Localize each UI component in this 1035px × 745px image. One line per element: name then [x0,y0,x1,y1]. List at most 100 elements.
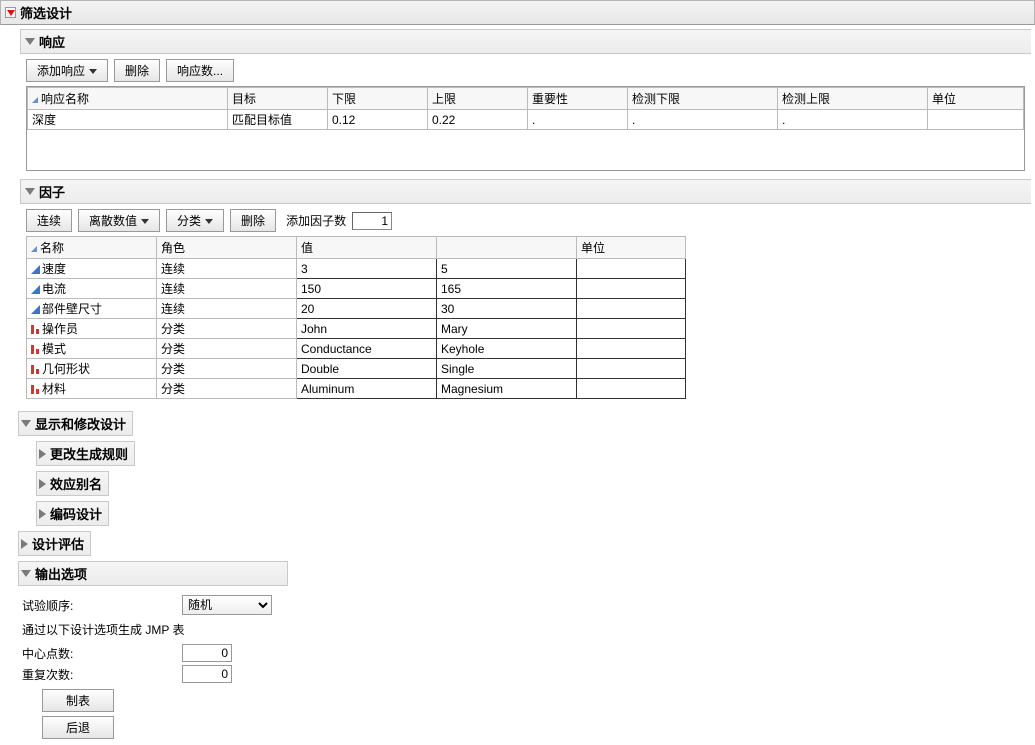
table-row[interactable]: 电流连续150165 [27,279,686,299]
col-detect-lower[interactable]: 检测下限 [628,88,778,110]
categorical-button[interactable]: 分类 [166,209,224,232]
cell-unit[interactable] [577,279,686,299]
cell-value2[interactable]: 5 [437,259,577,279]
cell-role[interactable]: 连续 [157,259,297,279]
table-row[interactable]: 速度连续35 [27,259,686,279]
disclosure-right-icon[interactable] [39,449,46,459]
col-importance[interactable]: 重要性 [528,88,628,110]
table-row[interactable]: 材料分类AluminumMagnesium [27,379,686,399]
cell-name[interactable]: 几何形状 [27,359,157,379]
cell-name[interactable]: 模式 [27,339,157,359]
delete-response-button[interactable]: 删除 [114,59,160,82]
center-points-input[interactable] [182,644,232,662]
cell-unit[interactable] [577,379,686,399]
col-response-name[interactable]: 响应名称 [28,88,228,110]
cell-name[interactable]: 速度 [27,259,157,279]
cell-value2[interactable]: Keyhole [437,339,577,359]
output-header[interactable]: 输出选项 [18,561,288,586]
disclosure-right-icon[interactable] [39,479,46,489]
coded-header[interactable]: 编码设计 [36,501,109,526]
col-goal[interactable]: 目标 [228,88,328,110]
cell-detect-lower[interactable]: . [628,110,778,130]
col-role[interactable]: 角色 [157,237,297,259]
cell-lower[interactable]: 0.12 [328,110,428,130]
cell-value1[interactable]: 3 [297,259,437,279]
col-detect-upper[interactable]: 检测上限 [778,88,928,110]
responses-table[interactable]: 响应名称 目标 下限 上限 重要性 检测下限 检测上限 单位 深度 匹配目标值 [27,87,1024,130]
repeat-input[interactable] [182,665,232,683]
run-order-select[interactable]: 随机 [182,595,272,615]
discrete-button[interactable]: 离散数值 [78,209,160,232]
responses-header[interactable]: 响应 [20,29,1031,54]
cell-role[interactable]: 连续 [157,279,297,299]
factors-header[interactable]: 因子 [20,179,1031,204]
disclosure-down-icon[interactable] [25,188,35,195]
cell-detect-upper[interactable]: . [778,110,928,130]
col-lower[interactable]: 下限 [328,88,428,110]
disclosure-down-icon[interactable] [21,570,31,577]
display-modify-header[interactable]: 显示和修改设计 [18,411,133,436]
disclosure-right-icon[interactable] [39,509,46,519]
disclosure-down-icon[interactable] [25,38,35,45]
cell-unit[interactable] [577,339,686,359]
design-eval-header[interactable]: 设计评估 [18,531,91,556]
col-unit[interactable]: 单位 [577,237,686,259]
add-response-button[interactable]: 添加响应 [26,59,108,82]
continuous-button[interactable]: 连续 [26,209,72,232]
factor-type-icon [31,385,40,394]
cell-name[interactable]: 操作员 [27,319,157,339]
cell-role[interactable]: 连续 [157,299,297,319]
add-factor-count-input[interactable] [352,212,392,230]
col-upper[interactable]: 上限 [428,88,528,110]
cell-value1[interactable]: John [297,319,437,339]
table-row[interactable]: 深度 匹配目标值 0.12 0.22 . . . [28,110,1024,130]
cell-goal[interactable]: 匹配目标值 [228,110,328,130]
back-button[interactable]: 后退 [42,716,114,739]
delete-factor-button[interactable]: 删除 [230,209,276,232]
disclosure-down-icon[interactable] [5,7,16,18]
table-row[interactable]: 几何形状分类DoubleSingle [27,359,686,379]
cell-importance[interactable]: . [528,110,628,130]
col-value2[interactable] [437,237,577,259]
main-panel-header[interactable]: 筛选设计 [0,0,1035,25]
cell-unit[interactable] [577,259,686,279]
cell-value1[interactable]: 20 [297,299,437,319]
cell-unit[interactable] [577,319,686,339]
cell-unit[interactable] [577,359,686,379]
cell-name[interactable]: 深度 [28,110,228,130]
disclosure-right-icon[interactable] [21,539,28,549]
cell-upper[interactable]: 0.22 [428,110,528,130]
disclosure-down-icon[interactable] [21,420,31,427]
cell-value1[interactable]: Double [297,359,437,379]
make-table-button[interactable]: 制表 [42,689,114,712]
cell-name[interactable]: 电流 [27,279,157,299]
factors-table[interactable]: 名称 角色 值 单位 速度连续35电流连续150165部件壁尺寸连续2030操作… [26,236,686,399]
cell-value2[interactable]: Mary [437,319,577,339]
cell-name[interactable]: 材料 [27,379,157,399]
response-count-button[interactable]: 响应数... [166,59,234,82]
cell-role[interactable]: 分类 [157,319,297,339]
cell-role[interactable]: 分类 [157,359,297,379]
cell-value2[interactable]: Magnesium [437,379,577,399]
col-value1[interactable]: 值 [297,237,437,259]
change-rules-header[interactable]: 更改生成规则 [36,441,135,466]
cell-role[interactable]: 分类 [157,379,297,399]
cell-value2[interactable]: 30 [437,299,577,319]
alias-header[interactable]: 效应别名 [36,471,109,496]
cell-name[interactable]: 部件壁尺寸 [27,299,157,319]
cell-unit[interactable] [928,110,1024,130]
cell-value2[interactable]: 165 [437,279,577,299]
table-row[interactable]: 部件壁尺寸连续2030 [27,299,686,319]
col-unit[interactable]: 单位 [928,88,1024,110]
table-row[interactable]: 操作员分类JohnMary [27,319,686,339]
cell-value1[interactable]: Conductance [297,339,437,359]
cell-value1[interactable]: 150 [297,279,437,299]
cell-role[interactable]: 分类 [157,339,297,359]
cell-value2[interactable]: Single [437,359,577,379]
col-name[interactable]: 名称 [27,237,157,259]
dropdown-arrow-icon [205,219,213,224]
cell-unit[interactable] [577,299,686,319]
cell-value1[interactable]: Aluminum [297,379,437,399]
output-title: 输出选项 [35,564,87,583]
table-row[interactable]: 模式分类ConductanceKeyhole [27,339,686,359]
